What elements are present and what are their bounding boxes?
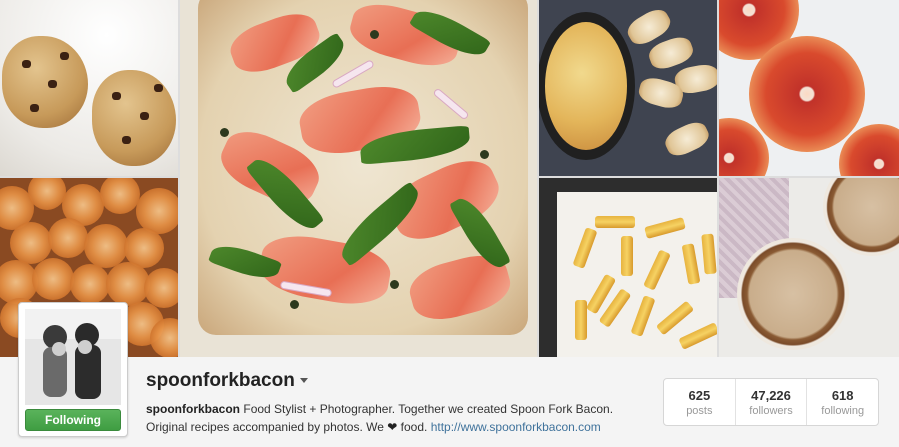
bio-username[interactable]: spoonforkbacon bbox=[146, 402, 240, 416]
chocolate-chip bbox=[112, 92, 121, 100]
chocolate-chip bbox=[60, 52, 69, 60]
chocolate-chip bbox=[140, 112, 149, 120]
photo-cookies[interactable] bbox=[0, 0, 178, 176]
citrus-slice bbox=[84, 224, 128, 268]
polenta-fry bbox=[621, 236, 633, 276]
photo-grid bbox=[0, 0, 899, 357]
heart-icon: ❤ bbox=[387, 420, 398, 434]
caper bbox=[220, 128, 229, 137]
chocolate-chip bbox=[122, 136, 131, 144]
chocolate-chip bbox=[30, 104, 39, 112]
profile-card: Following bbox=[18, 302, 128, 437]
stat-label: posts bbox=[686, 404, 713, 417]
chocolate-chip bbox=[48, 80, 57, 88]
citrus-slice bbox=[144, 268, 178, 308]
caper bbox=[480, 150, 489, 159]
photo-soup[interactable] bbox=[719, 178, 899, 357]
avatar-photo bbox=[25, 309, 121, 405]
soup-bowl bbox=[823, 178, 899, 256]
bio-text: Food Stylist + Photographer. Together we… bbox=[243, 402, 614, 416]
citrus-slice bbox=[48, 218, 88, 258]
photo-polenta-fries[interactable] bbox=[539, 178, 717, 357]
cookie bbox=[2, 36, 88, 128]
stat-value: 47,226 bbox=[751, 387, 791, 403]
caper bbox=[290, 300, 299, 309]
profile-bio: spoonforkbacon Food Stylist + Photograph… bbox=[146, 400, 646, 436]
citrus-slice bbox=[10, 222, 52, 264]
stat-label: followers bbox=[749, 404, 793, 417]
polenta-fry bbox=[575, 300, 587, 340]
photo-salmon-flatbread[interactable] bbox=[180, 0, 537, 357]
chocolate-chip bbox=[22, 60, 31, 68]
stat-value: 618 bbox=[831, 387, 854, 403]
citrus-slice bbox=[70, 264, 110, 304]
bio-text: food. bbox=[400, 420, 428, 434]
website-link[interactable]: http://www.spoonforkbacon.com bbox=[431, 420, 601, 434]
caper bbox=[370, 30, 379, 39]
stat-posts[interactable]: 625 posts bbox=[664, 379, 736, 425]
cookie bbox=[92, 70, 176, 166]
soup-bowl bbox=[737, 238, 849, 350]
citrus-slice bbox=[100, 178, 140, 214]
chevron-down-icon[interactable] bbox=[300, 378, 308, 383]
chocolate-chip bbox=[154, 84, 163, 92]
stat-followers[interactable]: 47,226 followers bbox=[736, 379, 808, 425]
orange-half bbox=[749, 36, 865, 152]
polenta-fry bbox=[595, 216, 635, 228]
stat-value: 625 bbox=[688, 387, 711, 403]
photo-dip[interactable] bbox=[539, 0, 717, 176]
caper bbox=[390, 280, 399, 289]
bread-slice bbox=[661, 117, 713, 161]
citrus-slice bbox=[28, 178, 66, 210]
avatar[interactable] bbox=[25, 309, 121, 405]
stat-label: following bbox=[821, 404, 865, 417]
citrus-slice bbox=[32, 258, 74, 300]
following-button[interactable]: Following bbox=[25, 409, 121, 431]
citrus-slice bbox=[150, 318, 178, 357]
photo-blood-oranges[interactable] bbox=[719, 0, 899, 176]
bio-text: Original recipes accompanied by photos. … bbox=[146, 420, 384, 434]
stat-following[interactable]: 618 following bbox=[807, 379, 878, 425]
profile-stats: 625 posts 47,226 followers 618 following bbox=[663, 378, 879, 426]
profile-username: spoonforkbacon bbox=[146, 370, 295, 391]
baked-dip bbox=[545, 22, 627, 150]
